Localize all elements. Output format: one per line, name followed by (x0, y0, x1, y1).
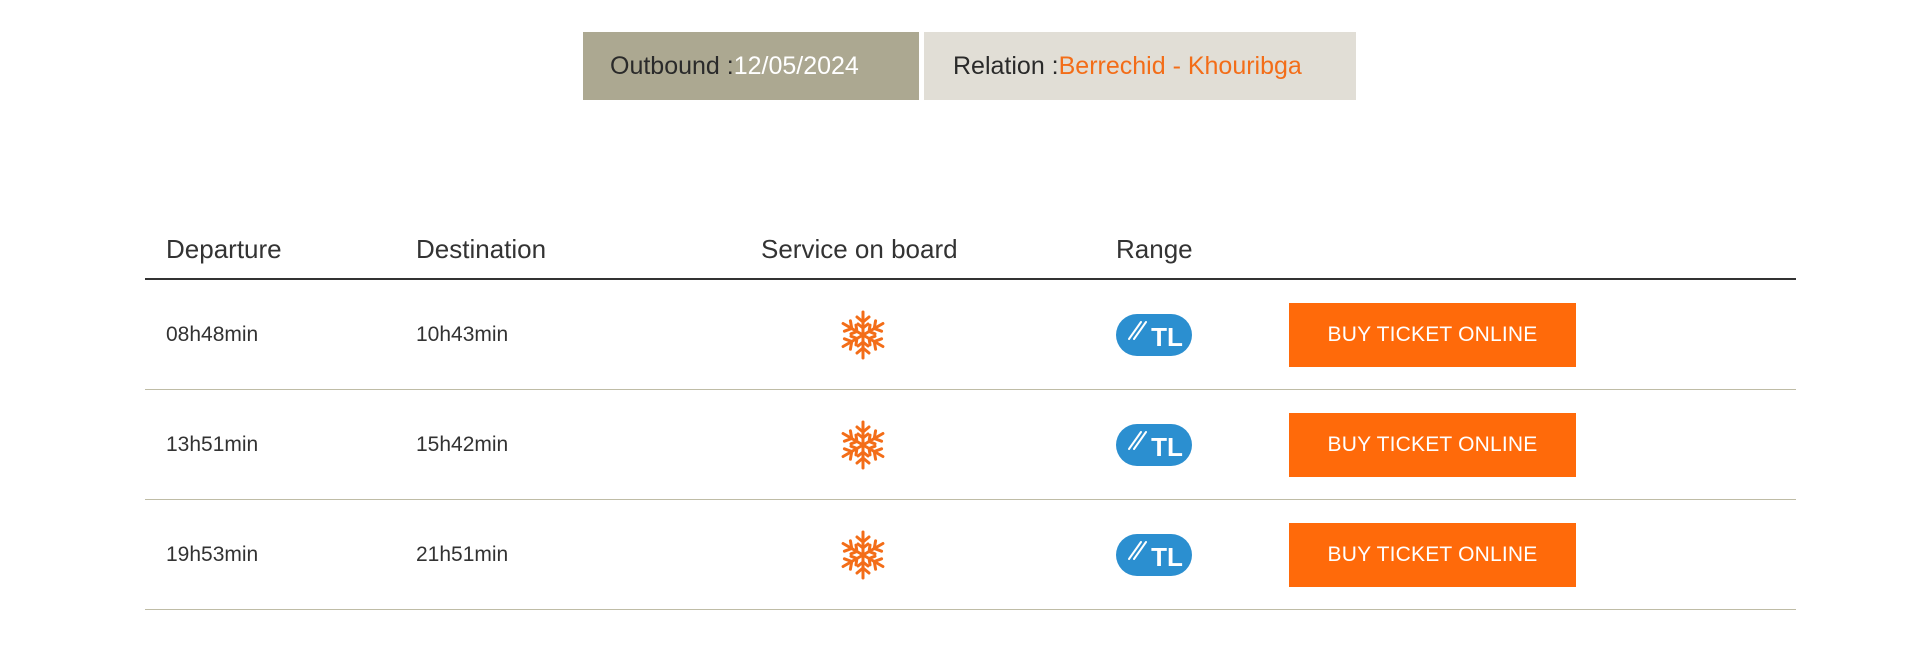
outbound-pill: Outbound : 12/05/2024 (583, 32, 919, 100)
table-row: 08h48min 10h43min BUY TICKET ONLINE (145, 280, 1796, 390)
air-conditioning-icon (837, 309, 889, 361)
buy-ticket-button[interactable]: BUY TICKET ONLINE (1289, 522, 1576, 587)
departure-time: 19h53min (166, 542, 259, 566)
table-row: 19h53min 21h51min BUY TICKET ONLINE (145, 500, 1796, 610)
header-range: Range (1116, 234, 1193, 264)
header-departure: Departure (166, 234, 282, 264)
table-row: 13h51min 15h42min BUY TICKET ONLINE (145, 390, 1796, 500)
tl-range-badge (1116, 423, 1192, 466)
air-conditioning-icon (837, 529, 889, 581)
tl-range-badge (1116, 533, 1192, 576)
buy-ticket-button[interactable]: BUY TICKET ONLINE (1289, 412, 1576, 477)
air-conditioning-icon (837, 419, 889, 471)
tl-range-badge (1116, 313, 1192, 356)
departure-time: 13h51min (166, 432, 259, 456)
destination-time: 15h42min (416, 432, 509, 456)
relation-pill: Relation : Berrechid - Khouribga (924, 32, 1356, 100)
table-header: Departure Destination Service on board R… (145, 226, 1796, 280)
relation-label: Relation : (953, 51, 1059, 80)
schedule-table: Departure Destination Service on board R… (145, 226, 1796, 610)
outbound-label: Outbound : (610, 51, 734, 80)
header-service: Service on board (761, 234, 958, 264)
outbound-date: 12/05/2024 (733, 51, 859, 80)
buy-ticket-button[interactable]: BUY TICKET ONLINE (1289, 302, 1576, 367)
destination-time: 10h43min (416, 322, 509, 346)
departure-time: 08h48min (166, 322, 259, 346)
header-destination: Destination (416, 234, 547, 264)
trip-summary: Outbound : 12/05/2024 Relation : Berrech… (583, 32, 1356, 100)
relation-value: Berrechid - Khouribga (1058, 51, 1302, 80)
destination-time: 21h51min (416, 542, 509, 566)
